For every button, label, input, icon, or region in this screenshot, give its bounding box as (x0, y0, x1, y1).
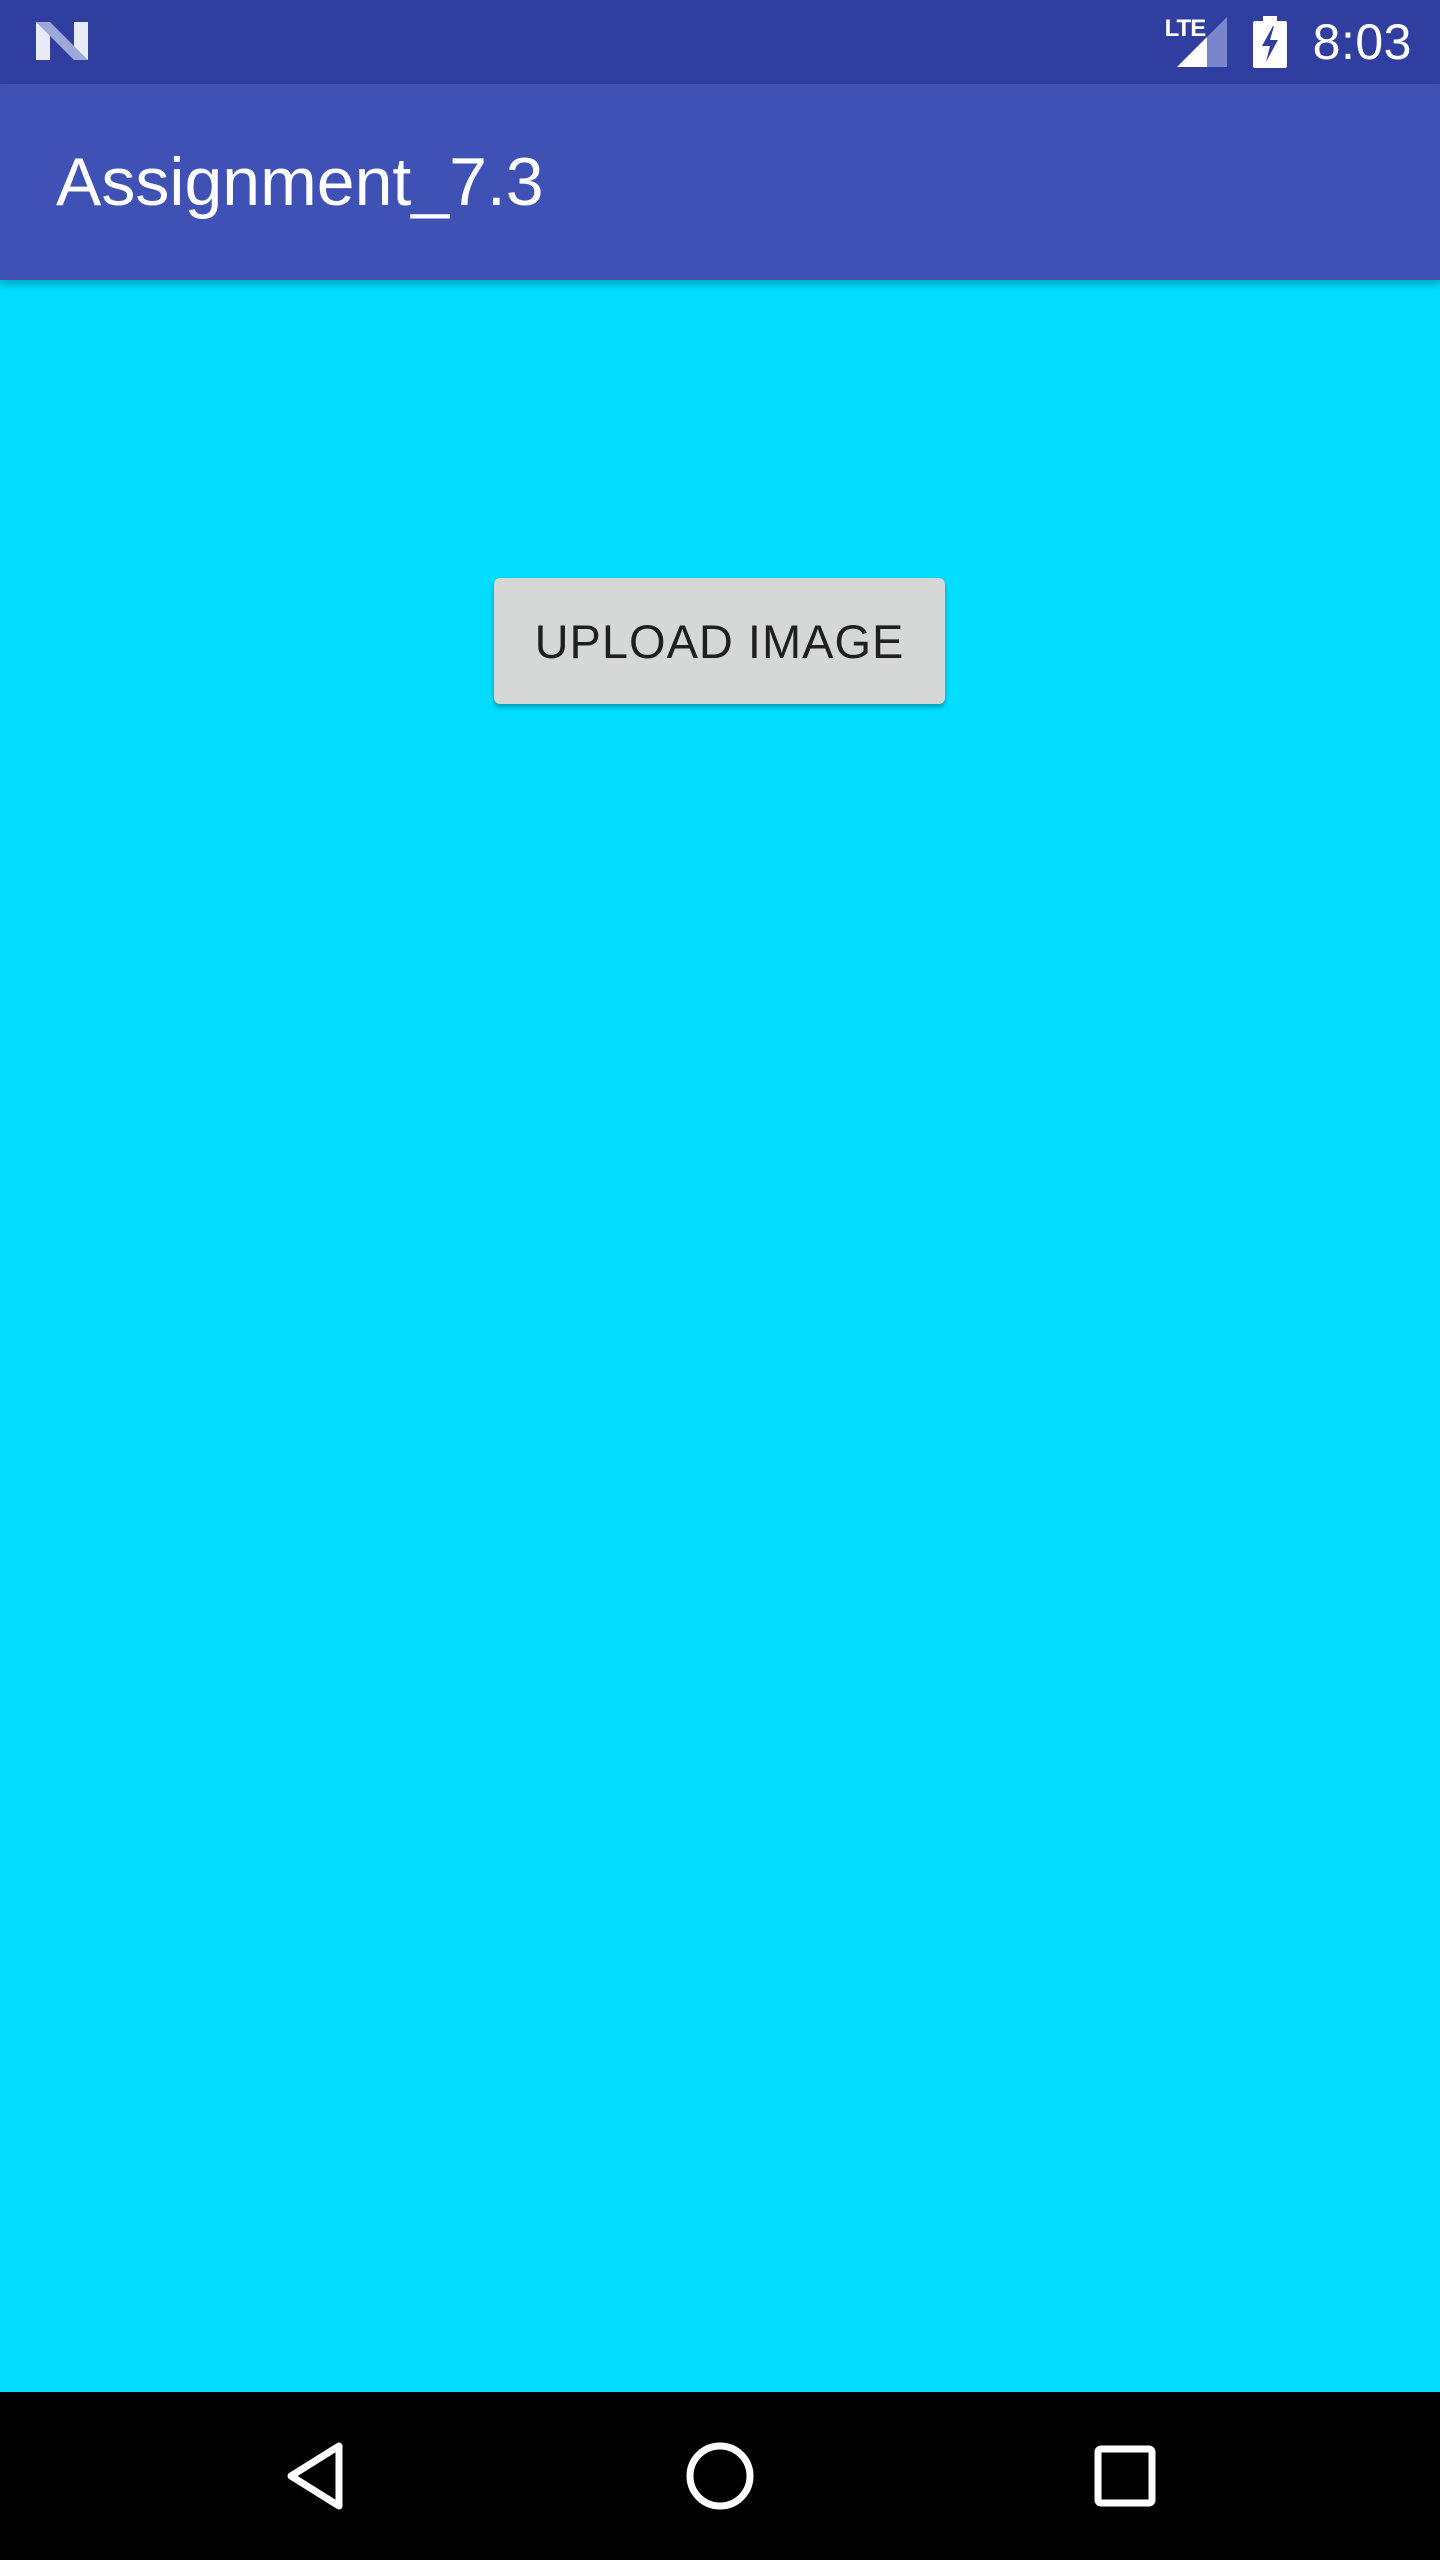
recents-icon (1094, 2445, 1156, 2507)
android-n-icon (36, 22, 88, 60)
status-icons: LTE 8:03 (1165, 0, 1412, 84)
navigation-bar (0, 2392, 1440, 2560)
upload-image-button[interactable]: UPLOAD IMAGE (494, 578, 945, 704)
recents-button[interactable] (1041, 2392, 1209, 2560)
battery-charging-icon (1252, 16, 1287, 68)
home-button[interactable] (636, 2392, 804, 2560)
app-bar: Assignment_7.3 (0, 84, 1440, 280)
back-button[interactable] (231, 2392, 399, 2560)
status-bar: LTE 8:03 (0, 0, 1440, 84)
screen: LTE 8:03 Assignment_7.3 UPLOAD IMAGE (0, 0, 1440, 2560)
main-content: UPLOAD IMAGE (0, 280, 1440, 2392)
signal-icon: LTE (1165, 15, 1227, 67)
status-time: 8:03 (1312, 14, 1412, 70)
home-icon (686, 2442, 754, 2510)
app-title: Assignment_7.3 (56, 144, 544, 220)
back-icon (287, 2442, 343, 2510)
